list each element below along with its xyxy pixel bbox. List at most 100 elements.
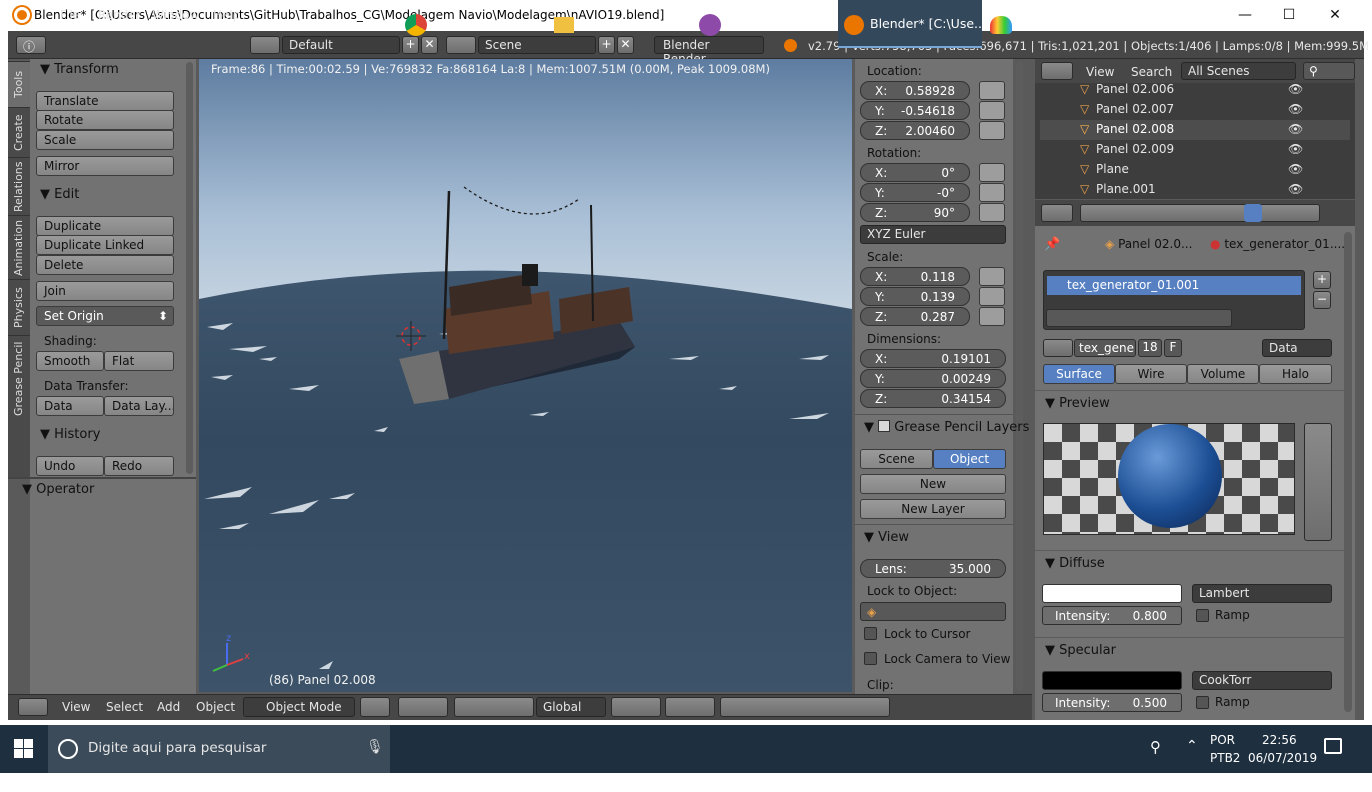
grease-scene-button[interactable]: Scene [860, 449, 933, 469]
scale-z-field[interactable]: Z: 0.287 [860, 307, 970, 326]
mirror-button[interactable]: Mirror [36, 156, 174, 176]
data-layout-button[interactable]: Data Lay... [104, 396, 174, 416]
duplicate-linked-button[interactable]: Duplicate Linked [36, 235, 174, 255]
menu-help[interactable]: Help [213, 8, 240, 22]
taskbar-chrome[interactable]: Computação Gr... [398, 0, 544, 48]
new-layer-button[interactable]: New Layer [860, 499, 1006, 519]
material-slot-selected[interactable]: tex_generator_01.001 [1047, 276, 1301, 295]
history-section-header[interactable]: ▼ History [40, 427, 100, 442]
notifications-icon[interactable] [1324, 738, 1342, 754]
outliner-row[interactable]: ▽ Plane 👁 [1040, 160, 1350, 180]
tab-surface[interactable]: Surface [1043, 364, 1115, 384]
visibility-eye-icon[interactable]: 👁 [1288, 102, 1303, 116]
screen-layout-field[interactable]: Default [282, 36, 400, 54]
view-section-header[interactable]: ▼ View [864, 530, 909, 545]
rotation-mode-dropdown[interactable]: XYZ Euler [860, 225, 1006, 244]
redo-button[interactable]: Redo [104, 456, 174, 476]
location-z-field[interactable]: Z: 2.00460 [860, 121, 970, 140]
info-editor-type-button[interactable]: ⓘ [16, 36, 46, 54]
taskbar-search-box[interactable]: Digite aqui para pesquisar 🎙 [48, 725, 390, 773]
visibility-eye-icon[interactable]: 👁 [1288, 162, 1303, 176]
material-users-count[interactable]: 18 [1138, 339, 1162, 357]
specular-ramp-checkbox[interactable] [1196, 696, 1209, 709]
taskbar-clock[interactable]: 22:56 [1262, 733, 1297, 747]
smooth-button[interactable]: Smooth [36, 351, 104, 371]
lock-rotation-z-icon[interactable] [979, 203, 1005, 222]
tab-relations[interactable]: Relations [8, 157, 30, 215]
language-primary[interactable]: POR [1210, 733, 1235, 747]
tab-animation[interactable]: Animation [8, 215, 30, 279]
layer-buttons-b[interactable] [665, 697, 715, 717]
specular-section-header[interactable]: ▼ Specular [1045, 643, 1116, 658]
people-icon[interactable]: ⚲ [1150, 738, 1161, 756]
fake-user-button[interactable]: F [1164, 339, 1182, 357]
visibility-eye-icon[interactable]: 👁 [1288, 122, 1303, 136]
diffuse-color-swatch[interactable] [1042, 584, 1182, 603]
outliner-row[interactable]: ▽ Panel 02.009 👁 [1040, 140, 1350, 160]
dimensions-x-field[interactable]: X: 0.19101 [860, 349, 1006, 368]
material-name-field[interactable]: tex_gene... [1074, 339, 1136, 357]
preview-section-header[interactable]: ▼ Preview [1045, 396, 1110, 411]
lock-scale-x-icon[interactable] [979, 267, 1005, 286]
diffuse-intensity-field[interactable]: Intensity: 0.800 [1042, 606, 1182, 625]
transform-orientation-dropdown[interactable]: Global [536, 697, 606, 717]
tab-wire[interactable]: Wire [1115, 364, 1187, 384]
pivot-point-button[interactable] [398, 697, 448, 717]
taskbar-date[interactable]: 06/07/2019 [1248, 751, 1317, 765]
outliner-menu-view[interactable]: View [1086, 65, 1114, 79]
lock-location-z-icon[interactable] [979, 121, 1005, 140]
edit-section-header[interactable]: ▼ Edit [40, 187, 79, 202]
viewport-menu-object[interactable]: Object [196, 700, 235, 714]
duplicate-button[interactable]: Duplicate [36, 216, 174, 236]
preview-shape-buttons[interactable] [1304, 423, 1332, 541]
dimensions-z-field[interactable]: Z: 0.34154 [860, 389, 1006, 408]
lock-object-field[interactable]: ◈ [860, 602, 1006, 621]
outliner-row[interactable]: ▽ Panel 02.007 👁 [1040, 100, 1350, 120]
scale-button[interactable]: Scale [36, 130, 174, 150]
lock-location-x-icon[interactable] [979, 81, 1005, 100]
viewport-editor-type-button[interactable] [18, 698, 48, 716]
manipulator-buttons[interactable] [454, 697, 534, 717]
outliner-row-selected[interactable]: ▽ Panel 02.008 👁 [1040, 120, 1350, 140]
lock-cursor-checkbox[interactable] [864, 627, 877, 640]
lock-scale-y-icon[interactable] [979, 287, 1005, 306]
specular-color-swatch[interactable] [1042, 671, 1182, 690]
pin-icon[interactable]: 📌 [1044, 237, 1060, 252]
diffuse-shader-dropdown[interactable]: Lambert [1192, 584, 1332, 603]
properties-editor-type-button[interactable] [1041, 204, 1073, 222]
delete-button[interactable]: Delete [36, 255, 174, 275]
microphone-icon[interactable]: 🎙 [366, 739, 384, 755]
scale-x-field[interactable]: X: 0.118 [860, 267, 970, 286]
lock-location-y-icon[interactable] [979, 101, 1005, 120]
lock-rotation-y-icon[interactable] [979, 183, 1005, 202]
add-slot-button[interactable]: + [1313, 271, 1331, 289]
visibility-eye-icon[interactable]: 👁 [1288, 142, 1303, 156]
undo-button[interactable]: Undo [36, 456, 104, 476]
outliner-row[interactable]: ▽ Panel 02.006 👁 [1040, 80, 1350, 100]
outliner-menu-search[interactable]: Search [1131, 65, 1172, 79]
viewport-menu-select[interactable]: Select [106, 700, 143, 714]
chevron-up-icon[interactable]: ⌃ [1186, 738, 1198, 754]
specular-intensity-field[interactable]: Intensity: 0.500 [1042, 693, 1182, 712]
dimensions-y-field[interactable]: Y: 0.00249 [860, 369, 1006, 388]
outliner-row[interactable]: ▽ Plane.001 👁 [1040, 180, 1350, 200]
outliner-display-dropdown[interactable]: All Scenes [1181, 62, 1296, 80]
taskbar-github-desktop[interactable]: GitHub Desktop [692, 0, 836, 48]
lock-rotation-x-icon[interactable] [979, 163, 1005, 182]
transform-section-header[interactable]: ▼ Transform [40, 62, 119, 77]
rotation-y-field[interactable]: Y: -0° [860, 183, 970, 202]
properties-scrollbar[interactable] [1344, 232, 1352, 712]
toolshelf-scrollbar[interactable] [186, 62, 193, 474]
rotation-x-field[interactable]: X: 0° [860, 163, 970, 182]
menu-window[interactable]: Window [152, 8, 199, 22]
viewport-menu-add[interactable]: Add [157, 700, 180, 714]
windows-start-icon[interactable] [14, 739, 34, 759]
npanel-scrollbar[interactable] [1016, 62, 1023, 690]
snap-and-render-buttons[interactable] [720, 697, 890, 717]
menu-file[interactable]: File [60, 8, 80, 22]
scale-y-field[interactable]: Y: 0.139 [860, 287, 970, 306]
tab-grease-pencil[interactable]: Grease Pencil [8, 335, 30, 421]
outliner-search-input[interactable]: ⚲ [1303, 62, 1355, 80]
material-tab-icon[interactable] [1244, 204, 1262, 222]
flat-button[interactable]: Flat [104, 351, 174, 371]
